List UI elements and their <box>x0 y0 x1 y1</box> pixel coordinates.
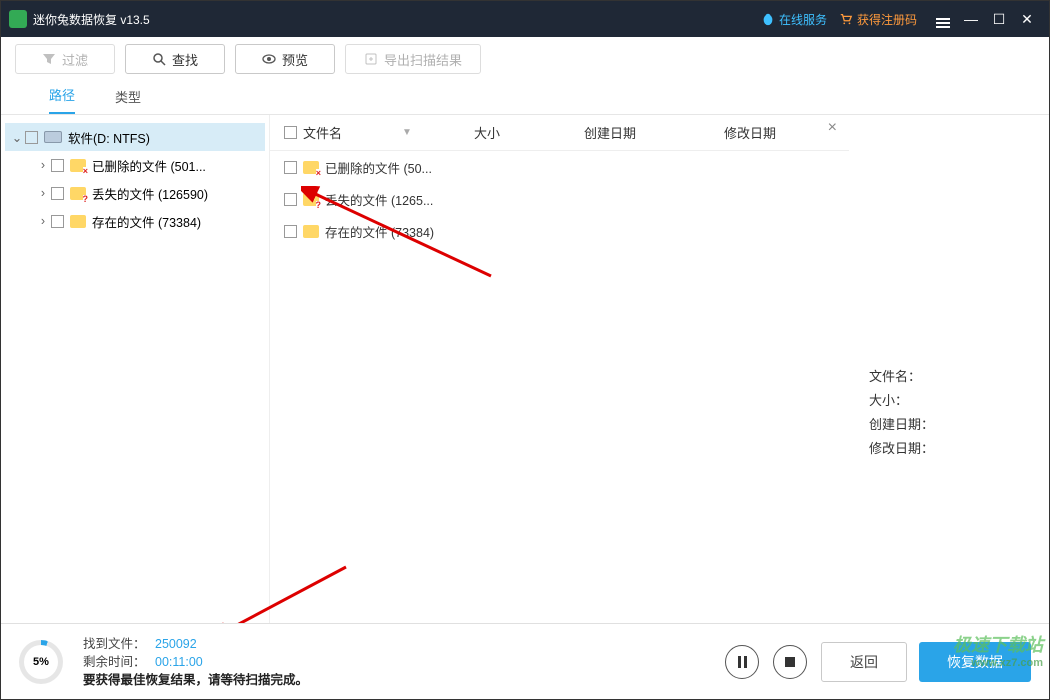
expand-icon[interactable]: › <box>37 186 49 200</box>
progress-percent: 5% <box>19 640 63 684</box>
eye-icon <box>262 52 276 66</box>
detail-filename: 文件名： <box>869 365 1029 389</box>
col-modify-date[interactable]: 修改日期 <box>724 123 824 142</box>
checkbox[interactable] <box>284 161 297 174</box>
collapse-icon[interactable]: ⌄ <box>11 130 23 145</box>
tree-root-label: 软件(D: NTFS) <box>68 128 150 147</box>
pause-button[interactable] <box>725 645 759 679</box>
filter-button[interactable]: 过滤 <box>15 44 115 74</box>
checkbox[interactable] <box>51 215 64 228</box>
file-row[interactable]: 丢失的文件 (1265... <box>270 183 849 215</box>
col-filename[interactable]: 文件名 ▼ <box>284 123 474 142</box>
close-button[interactable]: ✕ <box>1013 11 1041 28</box>
filter-label: 过滤 <box>62 50 88 69</box>
file-row-label: 存在的文件 (73384) <box>325 222 434 241</box>
search-button[interactable]: 查找 <box>125 44 225 74</box>
file-list-header: 文件名 ▼ 大小 创建日期 修改日期 <box>270 115 849 151</box>
stop-icon <box>785 657 795 667</box>
toolbar: 过滤 查找 预览 导出扫描结果 <box>1 37 1049 81</box>
file-row[interactable]: 存在的文件 (73384) <box>270 215 849 247</box>
detail-create: 创建日期： <box>869 413 1029 437</box>
minimize-button[interactable]: — <box>957 11 985 27</box>
preview-label: 预览 <box>282 50 308 69</box>
tree-lost[interactable]: › 丢失的文件 (126590) <box>5 179 265 207</box>
search-icon <box>152 52 166 66</box>
progress-ring: 5% <box>19 640 63 684</box>
menu-button[interactable] <box>929 11 957 27</box>
hamburger-icon <box>936 22 950 24</box>
col-size[interactable]: 大小 <box>474 123 584 142</box>
tree-tabs: 路径 类型 <box>1 81 1049 115</box>
app-logo-icon <box>9 10 27 28</box>
folder-lost-icon <box>303 193 319 206</box>
folder-lost-icon <box>70 187 86 200</box>
found-label: 找到文件： <box>83 637 146 651</box>
detail-panel: 文件名： 大小： 创建日期： 修改日期： <box>849 115 1049 623</box>
remaining-label: 剩余时间： <box>83 655 146 669</box>
maximize-button[interactable]: ☐ <box>985 11 1013 28</box>
export-button[interactable]: 导出扫描结果 <box>345 44 481 74</box>
close-detail-button[interactable]: × <box>828 119 837 137</box>
export-icon <box>364 52 378 66</box>
file-row-label: 丢失的文件 (1265... <box>325 190 433 209</box>
online-service-label: 在线服务 <box>779 11 827 28</box>
folder-deleted-icon <box>70 159 86 172</box>
tab-path[interactable]: 路径 <box>49 85 75 114</box>
preview-button[interactable]: 预览 <box>235 44 335 74</box>
col-filename-label: 文件名 <box>303 123 342 142</box>
file-row[interactable]: 已删除的文件 (50... <box>270 151 849 183</box>
tree-deleted[interactable]: › 已删除的文件 (501... <box>5 151 265 179</box>
col-create-date[interactable]: 创建日期 <box>584 123 724 142</box>
get-reg-code-label: 获得注册码 <box>857 11 917 28</box>
sort-desc-icon: ▼ <box>402 127 412 138</box>
get-reg-code-link[interactable]: 获得注册码 <box>839 11 917 28</box>
tree-deleted-label: 已删除的文件 (501... <box>92 156 206 175</box>
search-label: 查找 <box>172 50 198 69</box>
drive-icon <box>44 131 62 143</box>
tab-type[interactable]: 类型 <box>115 87 141 114</box>
expand-icon[interactable]: › <box>37 158 49 172</box>
file-row-label: 已删除的文件 (50... <box>325 158 432 177</box>
folder-existing-icon <box>303 225 319 238</box>
main-area: ⌄ 软件(D: NTFS) › 已删除的文件 (501... › 丢失的文件 (… <box>1 115 1049 623</box>
tree-existing-label: 存在的文件 (73384) <box>92 212 201 231</box>
checkbox[interactable] <box>51 159 64 172</box>
checkbox[interactable] <box>51 187 64 200</box>
tree-existing[interactable]: › 存在的文件 (73384) <box>5 207 265 235</box>
export-label: 导出扫描结果 <box>384 50 462 69</box>
folder-deleted-icon <box>303 161 319 174</box>
stop-button[interactable] <box>773 645 807 679</box>
checkbox[interactable] <box>284 193 297 206</box>
checkbox[interactable] <box>25 131 38 144</box>
title-bar: 迷你兔数据恢复 v13.5 在线服务 获得注册码 — ☐ ✕ <box>1 1 1049 37</box>
status-lines: 找到文件： 250092 剩余时间： 00:11:00 要获得最佳恢复结果，请等… <box>83 635 308 689</box>
file-list: × 文件名 ▼ 大小 创建日期 修改日期 已删除的文件 (50... 丢失的文件… <box>269 115 849 623</box>
penguin-icon <box>761 12 775 26</box>
funnel-icon <box>42 52 56 66</box>
folder-existing-icon <box>70 215 86 228</box>
app-title: 迷你兔数据恢复 v13.5 <box>33 11 150 28</box>
status-bar: 5% 找到文件： 250092 剩余时间： 00:11:00 要获得最佳恢复结果… <box>1 623 1049 699</box>
recover-button[interactable]: 恢复数据 <box>919 642 1031 682</box>
detail-modify: 修改日期： <box>869 437 1029 461</box>
scan-hint: 要获得最佳恢复结果，请等待扫描完成。 <box>83 671 308 689</box>
remaining-value: 00:11:00 <box>155 655 203 669</box>
online-service-link[interactable]: 在线服务 <box>761 11 827 28</box>
found-value: 250092 <box>155 637 197 651</box>
back-button[interactable]: 返回 <box>821 642 907 682</box>
detail-size: 大小： <box>869 389 1029 413</box>
pause-icon <box>738 656 747 668</box>
checkbox-all[interactable] <box>284 126 297 139</box>
tree-root[interactable]: ⌄ 软件(D: NTFS) <box>5 123 265 151</box>
folder-tree: ⌄ 软件(D: NTFS) › 已删除的文件 (501... › 丢失的文件 (… <box>1 115 269 623</box>
tree-lost-label: 丢失的文件 (126590) <box>92 184 208 203</box>
expand-icon[interactable]: › <box>37 214 49 228</box>
checkbox[interactable] <box>284 225 297 238</box>
cart-icon <box>839 12 853 26</box>
